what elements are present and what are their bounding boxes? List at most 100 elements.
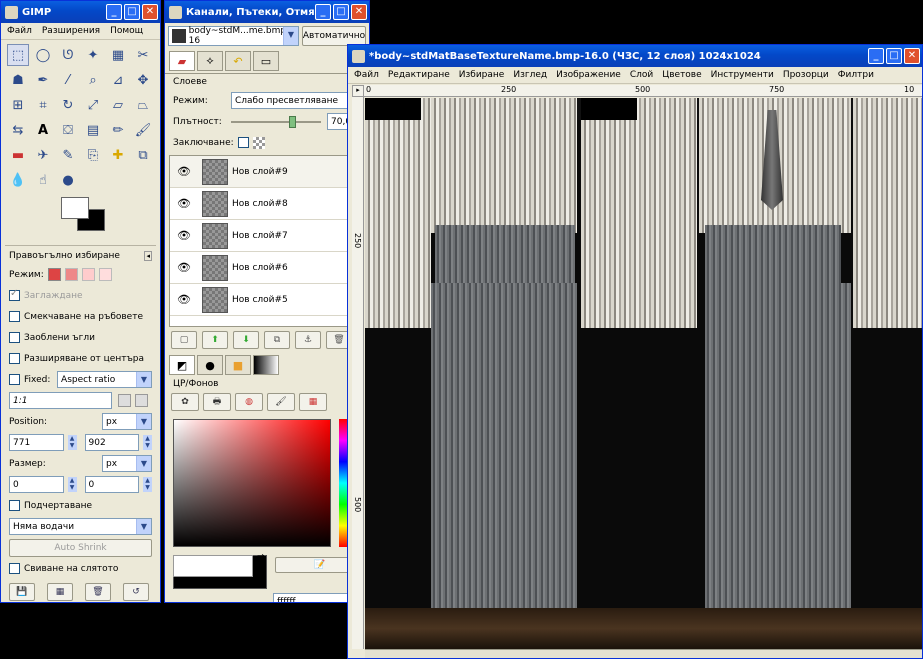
close-button[interactable]: ✕	[904, 48, 920, 64]
ellipse-select-icon[interactable]: ◯	[32, 44, 54, 66]
eye-icon[interactable]: 👁	[170, 197, 198, 210]
position-y-spinner[interactable]: ▲ ▼	[143, 435, 152, 450]
minimize-button[interactable]: _	[315, 4, 331, 20]
ruler-corner[interactable]: ▸	[352, 85, 364, 97]
autoshrink-button[interactable]: Auto Shrink	[9, 538, 152, 557]
swap-colors-icon[interactable]: ⇄	[257, 553, 265, 563]
eraser-icon[interactable]: ▬	[7, 144, 29, 166]
eye-icon[interactable]: 👁	[170, 261, 198, 274]
mode-replace-icon[interactable]	[47, 268, 61, 281]
paths-icon[interactable]: ✒	[32, 69, 54, 91]
tab-gradients-icon[interactable]	[253, 355, 279, 375]
horizontal-scrollbar[interactable]	[365, 649, 922, 658]
scale-icon[interactable]: ⤢	[82, 94, 104, 116]
rotate-icon[interactable]: ↻	[57, 94, 79, 116]
size-h-input[interactable]: 0	[84, 476, 140, 493]
minimize-button[interactable]: _	[868, 48, 884, 64]
menu-layer[interactable]: Слой	[630, 70, 653, 80]
rounded-corners-checkbox[interactable]	[9, 332, 20, 343]
tab-brushes-icon[interactable]: ●	[197, 355, 223, 375]
layer-row[interactable]: 👁 Нов слой#5	[170, 284, 364, 316]
horizontal-ruler[interactable]: 0 250 500 750 10	[364, 85, 922, 97]
smudge-icon[interactable]: ☝	[32, 169, 54, 191]
menu-windows[interactable]: Прозорци	[783, 70, 829, 80]
layer-row[interactable]: 👁 Нов слой#7	[170, 220, 364, 252]
duplicate-layer-icon[interactable]: ⧉	[264, 331, 290, 349]
heal-icon[interactable]: ✚	[107, 144, 129, 166]
ratio-input[interactable]: 1:1	[9, 392, 112, 409]
maximize-button[interactable]: □	[333, 4, 349, 20]
close-button[interactable]: ✕	[351, 4, 367, 20]
menu-filters[interactable]: Филтри	[838, 70, 874, 80]
menu-edit[interactable]: Редактиране	[388, 70, 450, 80]
size-w-spinner[interactable]: ▲ ▼	[67, 477, 77, 492]
expand-center-checkbox[interactable]	[9, 353, 20, 364]
zoom-icon[interactable]: ⌕	[82, 69, 104, 91]
image-titlebar[interactable]: *body~stdMatBaseTextureName.bmp-16.0 (ЧЗ…	[348, 45, 922, 67]
scissors-icon[interactable]: ✂	[132, 44, 154, 66]
rect-select-icon[interactable]: ⬚	[7, 44, 29, 66]
lock-alpha-checkbox[interactable]	[237, 137, 249, 148]
landscape-icon[interactable]	[135, 394, 148, 407]
mode-add-icon[interactable]	[64, 268, 78, 281]
position-unit-dropdown[interactable]: px ▼	[102, 413, 152, 430]
save-options-icon[interactable]: 💾	[9, 582, 35, 601]
opacity-slider[interactable]	[231, 115, 321, 128]
flip-icon[interactable]: ⇆	[7, 119, 29, 141]
minimize-button[interactable]: _	[106, 4, 122, 20]
size-w-input[interactable]: 0	[9, 476, 64, 493]
layers-titlebar[interactable]: Канали, Пътеки, Отмя... _ □ ✕	[165, 1, 369, 23]
highlight-checkbox[interactable]	[9, 500, 20, 511]
raise-layer-icon[interactable]: ⬆	[202, 331, 228, 349]
airbrush-icon[interactable]: ✈	[32, 144, 54, 166]
vertical-ruler[interactable]: 250 500	[352, 97, 364, 649]
blur-icon[interactable]: 💧	[7, 169, 29, 191]
color-picker-area[interactable]	[171, 417, 363, 549]
menu-tools[interactable]: Инструменти	[711, 70, 774, 80]
dodge-burn-icon[interactable]: ●	[57, 169, 79, 191]
guides-dropdown[interactable]: Няма водачи ▼	[9, 518, 152, 535]
watercolor-selector-icon[interactable]: 🖌	[267, 393, 295, 411]
foreground-color-swatch[interactable]	[61, 197, 89, 219]
menu-file[interactable]: Файл	[354, 70, 379, 80]
tab-channels-icon[interactable]: ⟡	[197, 51, 223, 71]
align-icon[interactable]: ⊞	[7, 94, 29, 116]
fg-bg-colors[interactable]	[59, 195, 160, 243]
pencil-icon[interactable]: ✏	[107, 119, 129, 141]
panel-menu-icon[interactable]: ◂	[144, 251, 152, 261]
position-y-input[interactable]: 902	[84, 434, 140, 451]
blend-icon[interactable]: ▤	[82, 119, 104, 141]
bg-color-preview[interactable]	[173, 555, 253, 577]
menu-image[interactable]: Изображение	[556, 70, 621, 80]
color-select-icon[interactable]: ▦	[107, 44, 129, 66]
clone-icon[interactable]: ⎘	[82, 144, 104, 166]
gimp-selector-icon[interactable]: ✿	[171, 393, 199, 411]
bucket-fill-icon[interactable]: ⛋	[57, 119, 79, 141]
maximize-button[interactable]: □	[886, 48, 902, 64]
fixed-checkbox[interactable]	[9, 374, 20, 385]
tab-patterns-icon[interactable]: ■	[225, 355, 251, 375]
restore-options-icon[interactable]: ▦	[47, 582, 73, 601]
auto-button[interactable]: Автоматично	[302, 26, 366, 46]
opacity-handle[interactable]	[289, 115, 297, 128]
mode-intersect-icon[interactable]	[98, 268, 112, 281]
perspective-clone-icon[interactable]: ⧉	[132, 144, 154, 166]
saturation-value-square[interactable]	[173, 419, 331, 547]
portrait-icon[interactable]	[118, 394, 131, 407]
shear-icon[interactable]: ▱	[107, 94, 129, 116]
measure-icon[interactable]: ⊿	[107, 69, 129, 91]
feather-checkbox[interactable]	[9, 311, 20, 322]
text-icon[interactable]: A	[32, 119, 54, 141]
maximize-button[interactable]: □	[124, 4, 140, 20]
tab-fg-bg-icon[interactable]: ◩	[169, 355, 195, 375]
color-picker-icon[interactable]: ⁄	[57, 69, 79, 91]
size-h-spinner[interactable]: ▲ ▼	[143, 477, 152, 492]
anchor-layer-icon[interactable]: ⚓	[295, 331, 321, 349]
menu-file[interactable]: Файл	[7, 26, 32, 36]
menu-view[interactable]: Изглед	[513, 70, 547, 80]
tab-paths-icon[interactable]: ▭	[253, 51, 279, 71]
shrink-merged-checkbox[interactable]	[9, 563, 20, 574]
toolbox-titlebar[interactable]: GIMP _ □ ✕	[1, 1, 160, 23]
foreground-select-icon[interactable]: ☗	[7, 69, 29, 91]
image-canvas[interactable]	[365, 98, 922, 649]
